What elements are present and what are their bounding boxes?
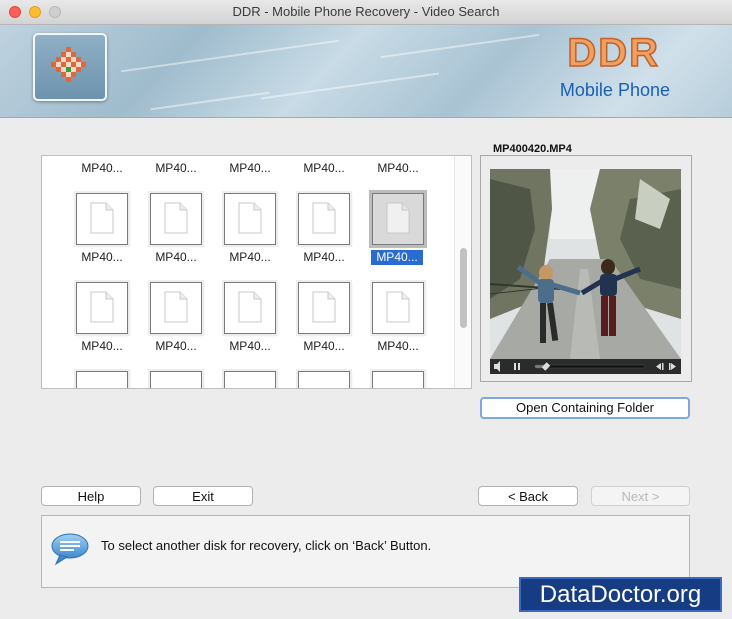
title-bar: DDR - Mobile Phone Recovery - Video Sear…: [0, 0, 732, 25]
datadoctor-watermark: DataDoctor.org: [519, 577, 722, 612]
file-label[interactable]: MP40...: [72, 250, 132, 265]
video-file-icon[interactable]: [76, 282, 128, 334]
file-label[interactable]: MP40...: [72, 339, 132, 354]
speech-bubble-icon: [51, 533, 89, 566]
forward-icon: [669, 363, 676, 370]
scrollbar-thumb[interactable]: [460, 248, 467, 328]
video-file-icon[interactable]: [224, 193, 276, 245]
window-title: DDR - Mobile Phone Recovery - Video Sear…: [232, 4, 500, 19]
seek-knob: [541, 362, 551, 371]
file-label[interactable]: MP40...: [368, 161, 428, 176]
file-label[interactable]: MP40...: [72, 161, 132, 176]
brand-name: DDR: [567, 30, 660, 76]
video-controls: [490, 359, 681, 374]
selected-file-label[interactable]: MP40...: [371, 250, 423, 265]
file-label[interactable]: MP40...: [220, 339, 280, 354]
video-file-icon[interactable]: [150, 371, 202, 388]
video-file-icon[interactable]: [298, 371, 350, 388]
video-file-icon[interactable]: [150, 282, 202, 334]
file-label[interactable]: MP40...: [146, 161, 206, 176]
header-banner: DDR Mobile Phone: [0, 25, 732, 118]
file-label[interactable]: MP40...: [294, 250, 354, 265]
file-grid[interactable]: MP40... MP40... MP40... MP40... MP40... …: [41, 155, 472, 389]
video-file-icon[interactable]: [298, 282, 350, 334]
open-containing-folder-button[interactable]: Open Containing Folder: [480, 397, 690, 419]
file-label[interactable]: MP40...: [220, 161, 280, 176]
video-file-icon[interactable]: [224, 371, 276, 388]
video-file-icon[interactable]: [372, 282, 424, 334]
file-label[interactable]: MP40...: [146, 250, 206, 265]
back-button[interactable]: < Back: [478, 486, 578, 506]
exit-button[interactable]: Exit: [153, 486, 253, 506]
video-file-icon[interactable]: [150, 193, 202, 245]
app-logo: [33, 33, 107, 101]
file-label[interactable]: MP40...: [368, 339, 428, 354]
file-label[interactable]: MP40...: [294, 339, 354, 354]
status-message: To select another disk for recovery, cli…: [101, 538, 432, 553]
video-file-icon[interactable]: [298, 193, 350, 245]
selected-video-file-icon[interactable]: [372, 193, 424, 245]
video-file-icon[interactable]: [372, 371, 424, 388]
video-preview[interactable]: [490, 169, 681, 359]
video-file-icon[interactable]: [76, 193, 128, 245]
file-label[interactable]: MP40...: [220, 250, 280, 265]
video-file-icon[interactable]: [76, 371, 128, 388]
next-button[interactable]: Next >: [591, 486, 690, 506]
logo-checker-icon: [51, 47, 86, 82]
video-frame-image: [490, 169, 681, 359]
file-label[interactable]: MP40...: [294, 161, 354, 176]
pause-icon: [514, 363, 520, 370]
grid-scrollbar[interactable]: [454, 156, 471, 388]
rewind-icon: [656, 363, 664, 370]
volume-icon: [494, 361, 500, 372]
product-name: Mobile Phone: [559, 80, 670, 100]
seek-track: [534, 364, 646, 369]
video-file-icon[interactable]: [224, 282, 276, 334]
help-button[interactable]: Help: [41, 486, 141, 506]
file-label[interactable]: MP40...: [146, 339, 206, 354]
preview-filename: MP400420.MP4: [490, 143, 575, 155]
